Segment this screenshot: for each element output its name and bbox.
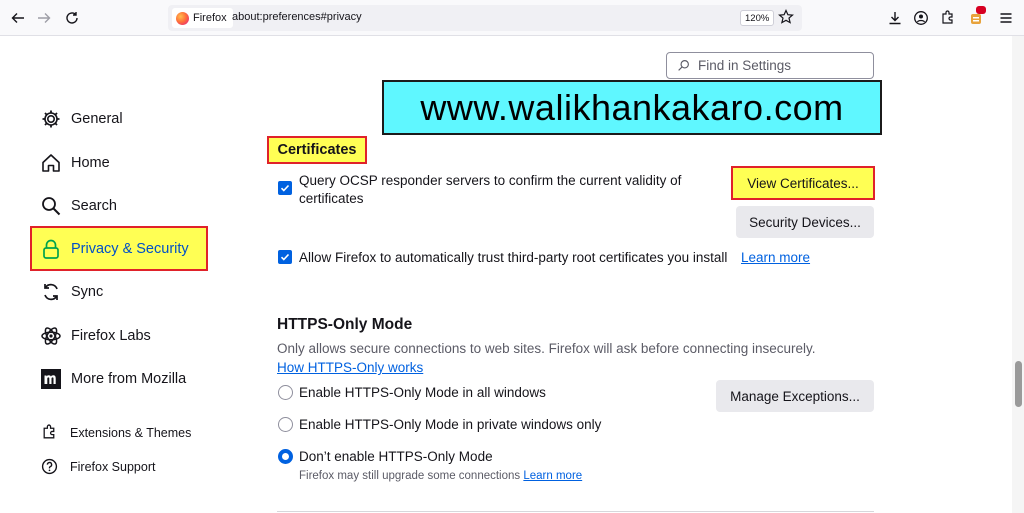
- identity-label: Firefox: [193, 12, 227, 24]
- sidebar-item-more-from-mozilla[interactable]: More from Mozilla: [40, 368, 186, 390]
- help-icon: [41, 458, 58, 475]
- url-bar[interactable]: Firefox about:preferences#privacy 120%: [168, 5, 802, 31]
- ocsp-label-line2: certificates: [299, 191, 364, 206]
- checkmark-icon: [280, 253, 290, 261]
- trust-roots-label: Allow Firefox to automatically trust thi…: [299, 250, 728, 265]
- sidebar-item-label: Search: [71, 198, 117, 214]
- scrollbar-thumb[interactable]: [1015, 361, 1022, 407]
- sidebar-item-privacy-security[interactable]: Privacy & Security: [40, 238, 189, 260]
- sidebar-item-label: Privacy & Security: [71, 241, 189, 257]
- sidebar-item-home[interactable]: Home: [40, 152, 110, 174]
- notification-badge: [976, 6, 986, 14]
- section-divider: [277, 511, 874, 512]
- forward-arrow-icon: [38, 13, 51, 23]
- search-icon: [678, 60, 689, 71]
- sidebar-item-label: More from Mozilla: [71, 371, 187, 387]
- ocsp-label-line1: Query OCSP responder servers to confirm …: [299, 173, 682, 188]
- puzzle-icon: [942, 10, 953, 24]
- browser-toolbar: Firefox about:preferences#privacy 120%: [0, 0, 1024, 36]
- downloads-button[interactable]: [883, 6, 907, 30]
- puzzle-icon: [43, 424, 55, 439]
- bookmark-star-icon[interactable]: [778, 9, 794, 25]
- certificates-heading: Certificates: [267, 136, 367, 164]
- radio-label: Don’t enable HTTPS-Only Mode: [299, 449, 493, 464]
- manage-exceptions-label: Manage Exceptions...: [730, 388, 860, 404]
- url-text[interactable]: about:preferences#privacy: [232, 11, 362, 23]
- back-arrow-icon: [11, 13, 24, 23]
- sidebar-item-label: Home: [71, 155, 110, 171]
- identity-box[interactable]: Firefox: [172, 8, 233, 28]
- firefox-logo-icon: [176, 11, 189, 25]
- checkmark-icon: [280, 184, 290, 192]
- sidebar-link-label: Firefox Support: [70, 459, 156, 474]
- account-icon: [914, 11, 928, 25]
- ocsp-checkbox[interactable]: [278, 181, 292, 195]
- lock-icon: [43, 239, 59, 259]
- search-placeholder: Find in Settings: [698, 58, 792, 73]
- zoom-indicator[interactable]: 120%: [740, 10, 775, 26]
- sync-icon: [44, 283, 58, 301]
- ocsp-label: Query OCSP responder servers to confirm …: [299, 172, 681, 208]
- account-button[interactable]: [909, 6, 933, 30]
- manage-exceptions-button[interactable]: Manage Exceptions...: [716, 380, 874, 412]
- sidebar-item-search[interactable]: Search: [40, 195, 117, 217]
- https-note-learn-more-link[interactable]: Learn more: [523, 470, 582, 482]
- banner-text: www.walikhankakaro.com: [420, 86, 844, 128]
- settings-search-input[interactable]: Find in Settings: [666, 52, 874, 79]
- sidebar-item-label: Firefox Labs: [71, 328, 151, 344]
- view-certificates-label: View Certificates...: [747, 175, 859, 191]
- https-upgrade-note: Firefox may still upgrade some connectio…: [299, 470, 582, 482]
- forward-button[interactable]: [32, 6, 56, 30]
- sidebar-link-label: Extensions & Themes: [70, 425, 192, 440]
- radio-https-all-windows[interactable]: [278, 385, 293, 400]
- certificates-learn-more-link[interactable]: Learn more: [741, 249, 810, 267]
- sidebar-item-general[interactable]: General: [40, 108, 123, 130]
- labs-icon: [41, 327, 61, 345]
- sidebar-item-sync[interactable]: Sync: [40, 281, 103, 303]
- trust-roots-checkbox[interactable]: [278, 250, 292, 264]
- gear-icon: [42, 110, 60, 128]
- view-certificates-button[interactable]: View Certificates...: [731, 166, 875, 200]
- home-icon: [42, 154, 60, 172]
- app-menu-button[interactable]: [994, 6, 1018, 30]
- how-https-only-works-link[interactable]: How HTTPS-Only works: [277, 359, 423, 377]
- sidebar-item-label: General: [71, 111, 123, 127]
- watermark-banner: www.walikhankakaro.com: [382, 80, 882, 135]
- radio-https-disabled[interactable]: [278, 449, 293, 464]
- sidebar-item-label: Sync: [71, 284, 104, 300]
- radio-https-private-windows[interactable]: [278, 417, 293, 432]
- mozilla-icon: [41, 369, 61, 389]
- sidebar-link-extensions-themes[interactable]: Extensions & Themes: [41, 424, 191, 441]
- reload-button[interactable]: [60, 6, 84, 30]
- reload-icon: [66, 12, 78, 24]
- radio-label: Enable HTTPS-Only Mode in private window…: [299, 417, 602, 432]
- back-button[interactable]: [6, 6, 30, 30]
- page-scrollbar[interactable]: [1012, 36, 1024, 513]
- security-devices-label: Security Devices...: [749, 214, 861, 230]
- extensions-button[interactable]: [936, 6, 960, 30]
- https-upgrade-note-text: Firefox may still upgrade some connectio…: [299, 470, 521, 482]
- https-only-description: Only allows secure connections to web si…: [277, 341, 816, 356]
- sidebar-item-firefox-labs[interactable]: Firefox Labs: [40, 325, 151, 347]
- hamburger-menu-icon: [1000, 13, 1012, 23]
- sidebar-link-firefox-support[interactable]: Firefox Support: [41, 458, 155, 475]
- security-devices-button[interactable]: Security Devices...: [736, 206, 874, 238]
- download-icon: [889, 12, 901, 25]
- radio-label: Enable HTTPS-Only Mode in all windows: [299, 385, 546, 400]
- certificates-title: Certificates: [277, 142, 357, 158]
- https-only-title: HTTPS-Only Mode: [277, 316, 413, 333]
- search-icon: [42, 197, 61, 216]
